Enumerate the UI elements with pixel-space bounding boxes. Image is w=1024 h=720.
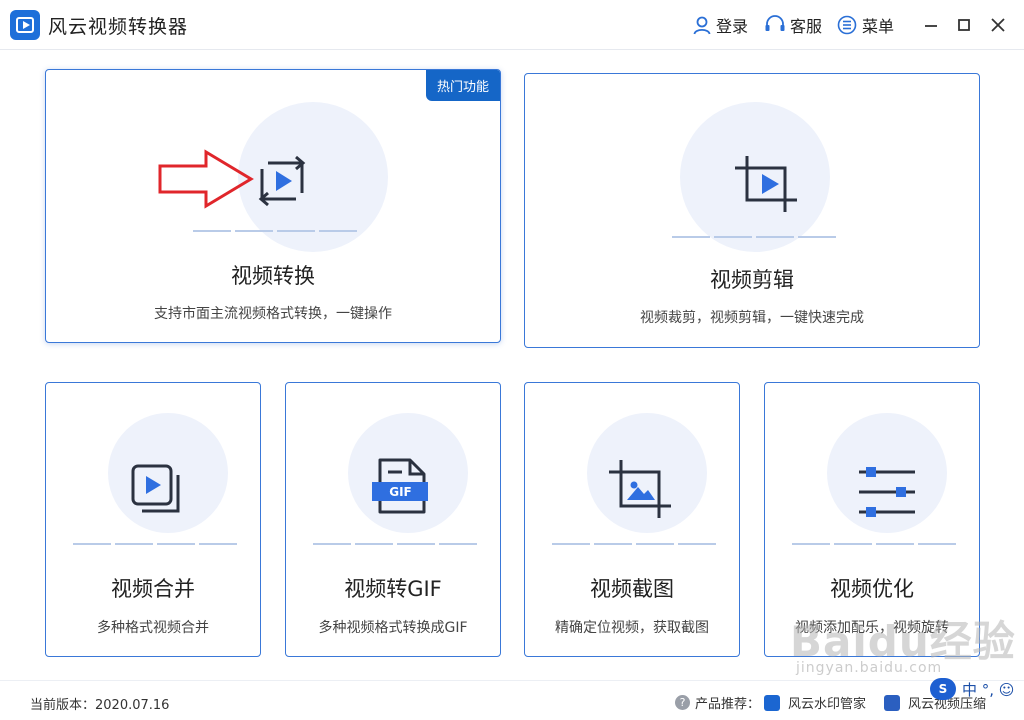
menu-button[interactable]: 菜单 xyxy=(836,14,894,36)
card-video-to-gif[interactable]: GIF 视频转GIF 多种视频格式转换成GIF xyxy=(285,382,501,657)
login-label: 登录 xyxy=(716,17,749,36)
card-title: 视频截图 xyxy=(590,577,674,601)
minimize-icon xyxy=(925,25,937,27)
user-icon xyxy=(693,16,711,35)
card-desc: 多种视频格式转换成GIF xyxy=(318,620,468,636)
card-title: 视频剪辑 xyxy=(710,268,794,292)
menu-label: 菜单 xyxy=(862,17,895,36)
minimize-button[interactable] xyxy=(920,14,942,36)
login-button[interactable]: 登录 xyxy=(692,14,748,36)
version-text: 当前版本：2020.07.16 xyxy=(30,698,170,713)
divider-line xyxy=(792,543,956,545)
card-video-merge[interactable]: 视频合并 多种格式视频合并 xyxy=(45,382,261,657)
card-desc: 精确定位视频，获取截图 xyxy=(555,620,709,636)
divider-line xyxy=(193,230,359,232)
close-icon xyxy=(991,18,1005,32)
divider-line xyxy=(672,236,838,238)
title-bar: 风云视频转换器 登录 客服 菜单 xyxy=(0,0,1024,50)
product-label: 风云水印管家 xyxy=(788,697,867,712)
divider-line xyxy=(313,543,477,545)
divider-line xyxy=(73,543,237,545)
maximize-icon xyxy=(958,19,970,31)
hot-feature-badge: 热门功能 xyxy=(426,70,500,101)
card-title: 视频转换 xyxy=(231,264,315,288)
divider-line xyxy=(552,543,716,545)
baidu-watermark-url: jingyan.baidu.com xyxy=(796,660,943,676)
customer-service-button[interactable]: 客服 xyxy=(764,14,822,36)
card-video-screenshot[interactable]: 视频截图 精确定位视频，获取截图 xyxy=(524,382,740,657)
screenshot-crop-icon xyxy=(609,460,671,518)
card-title: 视频合并 xyxy=(111,577,195,601)
recommend-label: 产品推荐： xyxy=(695,697,761,712)
sliders-icon xyxy=(859,467,915,517)
watermark-app-icon xyxy=(764,694,780,711)
card-desc: 支持市面主流视频格式转换，一键操作 xyxy=(154,306,392,322)
app-logo-icon xyxy=(10,10,40,40)
card-video-edit[interactable]: 视频剪辑 视频裁剪，视频剪辑，一键快速完成 xyxy=(524,73,980,348)
maximize-button[interactable] xyxy=(953,14,975,36)
close-button[interactable] xyxy=(987,14,1009,36)
product-link-watermark[interactable]: 风云水印管家 xyxy=(764,693,866,712)
card-desc: 多种格式视频合并 xyxy=(97,620,209,636)
app-title: 风云视频转换器 xyxy=(48,16,189,38)
card-video-convert[interactable]: 热门功能 视频转换 支持市面主流视频格式转换，一键操作 xyxy=(45,69,501,343)
menu-icon xyxy=(837,15,857,35)
service-label: 客服 xyxy=(790,17,823,36)
footer-divider xyxy=(0,680,1024,681)
gif-label: GIF xyxy=(389,484,412,499)
video-convert-icon xyxy=(258,155,306,207)
ime-toolbar[interactable]: S 中 °, ☺ xyxy=(930,674,1022,704)
headset-icon xyxy=(765,15,785,31)
compress-app-icon xyxy=(884,694,900,711)
card-desc: 视频裁剪，视频剪辑，一键快速完成 xyxy=(640,310,864,326)
card-title: 视频转GIF xyxy=(344,577,442,601)
video-merge-icon xyxy=(131,464,180,513)
card-title: 视频优化 xyxy=(830,577,914,601)
ime-logo-icon: S xyxy=(930,678,956,700)
help-icon[interactable]: ? xyxy=(675,695,690,710)
video-crop-icon xyxy=(735,156,797,212)
ime-status-text: 中 °, ☺ xyxy=(962,680,1015,699)
product-recommend: ? 产品推荐： xyxy=(675,693,760,712)
